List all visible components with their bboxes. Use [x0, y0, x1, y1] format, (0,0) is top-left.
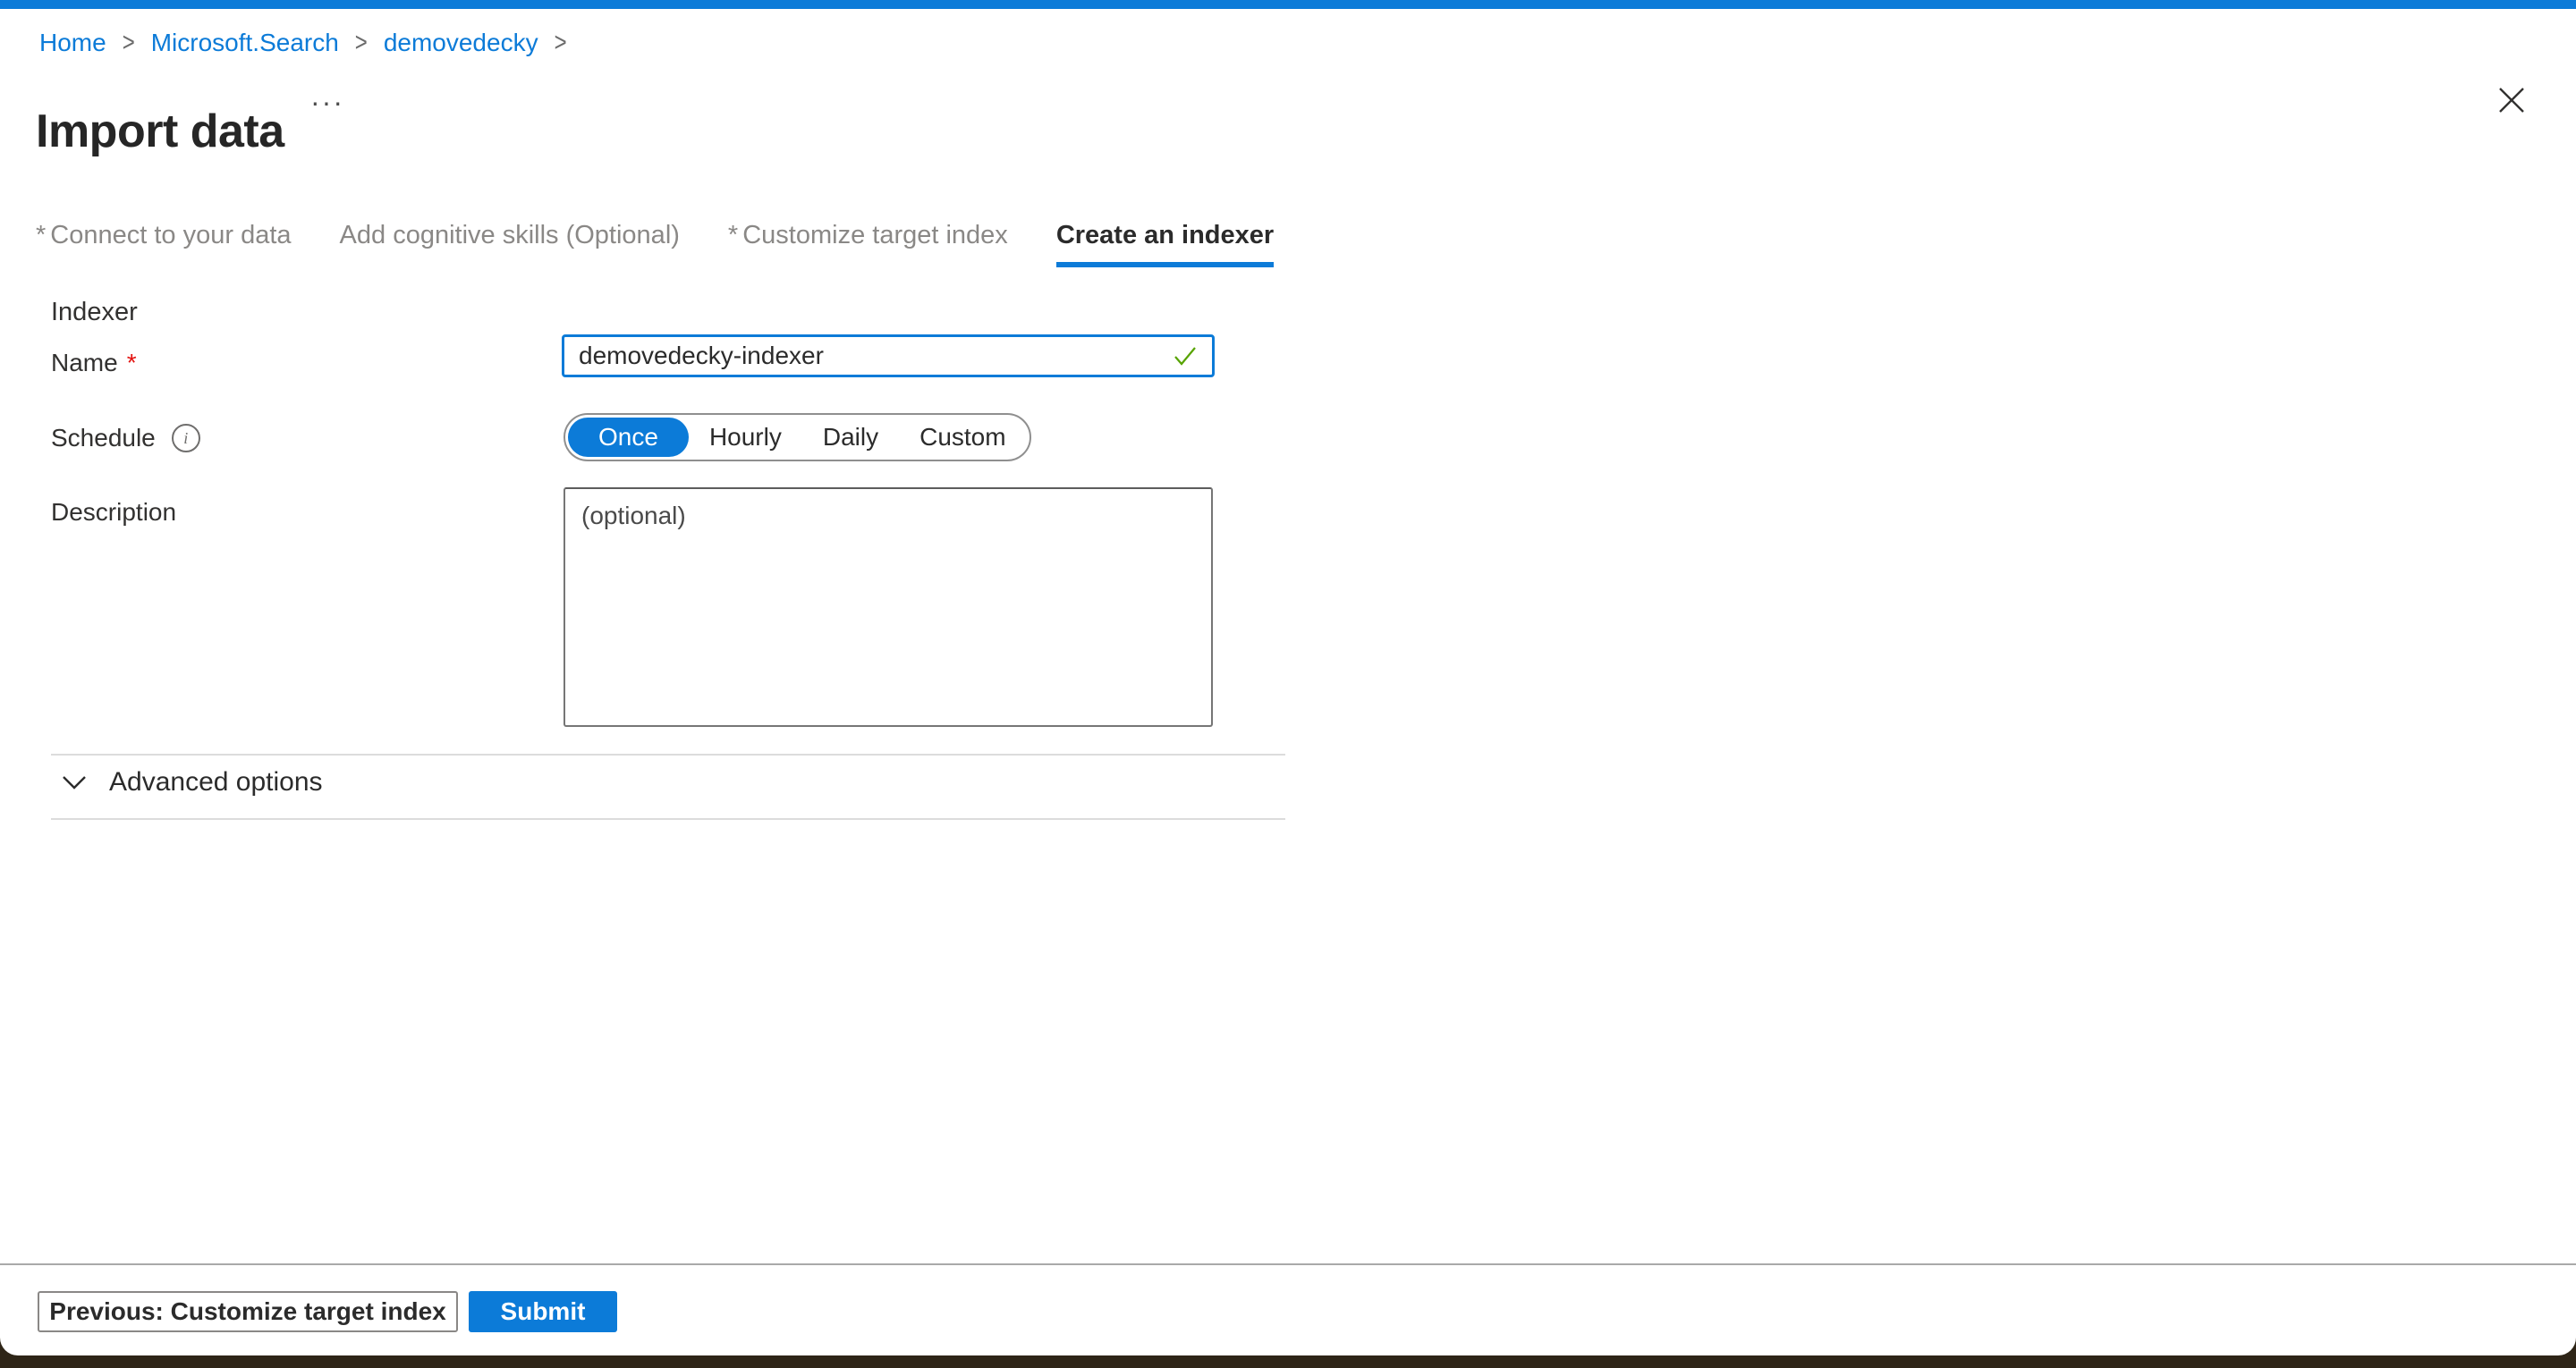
- divider: [51, 754, 1285, 756]
- close-icon: [2496, 85, 2527, 115]
- chevron-right-icon: >: [123, 23, 135, 63]
- submit-button[interactable]: Submit: [469, 1291, 617, 1332]
- indexer-section-heading: Indexer: [51, 298, 138, 327]
- advanced-options-label: Advanced options: [109, 767, 323, 798]
- chevron-right-icon: >: [555, 23, 567, 63]
- breadcrumb-microsoft-search-link[interactable]: Microsoft.Search: [151, 27, 339, 59]
- tab-label: Customize target index: [742, 221, 1008, 249]
- description-field-label: Description: [51, 498, 176, 527]
- breadcrumb-home-link[interactable]: Home: [39, 27, 106, 59]
- indexer-name-input[interactable]: [564, 342, 1171, 370]
- close-button[interactable]: [2494, 82, 2529, 118]
- tab-create-an-indexer[interactable]: Create an indexer: [1056, 221, 1274, 267]
- indexer-name-field: [562, 334, 1215, 377]
- required-asterisk: *: [36, 221, 46, 249]
- schedule-option-custom[interactable]: Custom: [899, 418, 1026, 457]
- tab-label: Connect to your data: [50, 221, 291, 249]
- breadcrumb-demovedecky-link[interactable]: demovedecky: [384, 27, 538, 59]
- required-asterisk: *: [127, 349, 137, 377]
- import-data-panel: Home > Microsoft.Search > demovedecky > …: [0, 0, 2576, 1355]
- schedule-option-hourly[interactable]: Hourly: [689, 418, 802, 457]
- wizard-tabs: *Connect to your data Add cognitive skil…: [36, 221, 1274, 267]
- validation-check-icon: [1171, 342, 1199, 370]
- advanced-options-toggle[interactable]: Advanced options: [61, 767, 323, 798]
- schedule-segmented-control: Once Hourly Daily Custom: [564, 413, 1031, 461]
- schedule-field-label: Schedule i: [51, 424, 200, 452]
- page-title: Import data: [36, 105, 284, 158]
- breadcrumb: Home > Microsoft.Search > demovedecky >: [39, 27, 583, 59]
- more-options-icon[interactable]: ···: [310, 86, 344, 119]
- tab-connect-to-your-data[interactable]: *Connect to your data: [36, 221, 292, 267]
- tab-add-cognitive-skills[interactable]: Add cognitive skills (Optional): [340, 221, 680, 267]
- divider: [51, 818, 1285, 820]
- required-asterisk: *: [728, 221, 738, 249]
- info-icon[interactable]: i: [172, 424, 200, 452]
- tab-customize-target-index[interactable]: *Customize target index: [728, 221, 1008, 267]
- tab-label: Create an indexer: [1056, 221, 1274, 249]
- top-accent-bar: [0, 0, 2576, 9]
- chevron-down-icon: [61, 774, 88, 790]
- footer-divider: [0, 1263, 2576, 1265]
- tab-label: Add cognitive skills (Optional): [340, 221, 680, 249]
- schedule-option-once[interactable]: Once: [568, 418, 689, 457]
- description-textarea[interactable]: [564, 487, 1213, 727]
- previous-step-button[interactable]: Previous: Customize target index: [38, 1291, 458, 1332]
- chevron-right-icon: >: [355, 23, 368, 63]
- schedule-option-daily[interactable]: Daily: [802, 418, 899, 457]
- name-field-label: Name *: [51, 349, 137, 377]
